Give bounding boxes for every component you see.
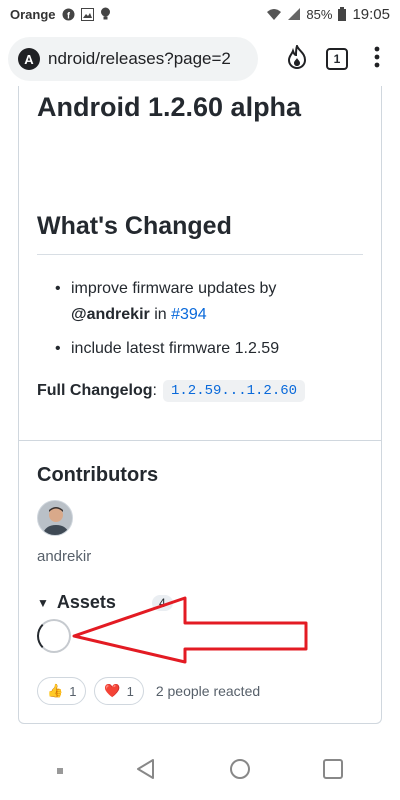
battery-icon	[338, 7, 347, 21]
caret-down-icon: ▼	[37, 595, 49, 610]
assets-count-badge: 4	[151, 594, 173, 611]
facebook-icon: f	[62, 8, 75, 21]
bulb-icon	[100, 7, 111, 21]
avatar[interactable]	[37, 500, 73, 536]
menu-button[interactable]	[362, 40, 392, 78]
reaction-count: 1	[126, 683, 134, 699]
assets-heading: Assets	[56, 592, 116, 612]
status-bar: Orange f 85% 19:05	[0, 0, 400, 28]
full-changelog-colon: :	[152, 382, 157, 399]
release-card: Android 1.2.60 alpha What's Changed impr…	[18, 86, 382, 724]
carrier-label: Orange	[10, 6, 56, 22]
back-icon[interactable]	[135, 758, 157, 785]
release-title[interactable]: Android 1.2.60 alpha	[37, 86, 357, 128]
clock: 19:05	[352, 5, 390, 23]
reaction-count: 1	[69, 683, 77, 699]
reactions-summary: 2 people reacted	[155, 683, 261, 699]
pull-request-link[interactable]: #394	[171, 306, 207, 323]
overview-icon[interactable]	[322, 758, 344, 785]
change-text: improve firmware updates by	[71, 280, 277, 297]
contributors-heading: Contributors	[37, 464, 159, 486]
whats-changed-heading: What's Changed	[37, 212, 232, 240]
assets-toggle[interactable]: ▼ Assets 4	[37, 592, 173, 613]
battery-percent: 85%	[306, 6, 333, 22]
compare-link[interactable]: 1.2.59...1.2.60	[163, 380, 306, 402]
contributor-name[interactable]: andrekir	[37, 548, 91, 565]
android-nav-bar	[0, 742, 400, 800]
more-vert-icon	[374, 46, 380, 73]
heart-icon: ❤️	[104, 683, 121, 698]
recents-dot-icon[interactable]	[56, 762, 64, 780]
url-text[interactable]: ndroid/releases?page=2	[48, 49, 231, 69]
fire-icon	[286, 42, 308, 74]
reaction-thumbs-up[interactable]: 👍 1	[37, 677, 87, 705]
change-text: include latest firmware 1.2.59	[71, 340, 280, 357]
change-list: improve firmware updates by @andrekir in…	[53, 276, 353, 370]
status-right: 85% 19:05	[266, 6, 390, 23]
fire-button[interactable]	[282, 40, 312, 78]
address-bar[interactable]: A ndroid/releases?page=2	[8, 37, 258, 81]
full-changelog-label: Full Changelog	[37, 382, 153, 399]
reactions-bar: 👍 1 ❤️ 1 2 people reacted	[37, 677, 260, 705]
list-item: improve firmware updates by @andrekir in…	[53, 276, 353, 328]
change-in: in	[149, 306, 172, 323]
mention-link[interactable]: @andrekir	[71, 306, 150, 323]
heading-divider	[37, 254, 363, 255]
tabs-icon: 1	[326, 48, 348, 70]
site-badge: A	[18, 48, 40, 70]
status-left: Orange f	[10, 7, 111, 22]
home-icon[interactable]	[229, 758, 251, 785]
wifi-icon	[266, 8, 282, 21]
tab-switcher-button[interactable]: 1	[322, 40, 352, 78]
section-divider	[19, 440, 381, 441]
reaction-heart[interactable]: ❤️ 1	[94, 677, 144, 705]
list-item: include latest firmware 1.2.59	[53, 336, 353, 362]
gallery-icon	[80, 7, 94, 21]
loading-spinner-icon	[37, 619, 71, 653]
thumbs-up-icon: 👍	[47, 683, 64, 698]
browser-toolbar: A ndroid/releases?page=2 1	[0, 32, 400, 86]
full-changelog: Full Changelog: 1.2.59...1.2.60	[37, 380, 306, 402]
signal-icon	[288, 8, 301, 20]
